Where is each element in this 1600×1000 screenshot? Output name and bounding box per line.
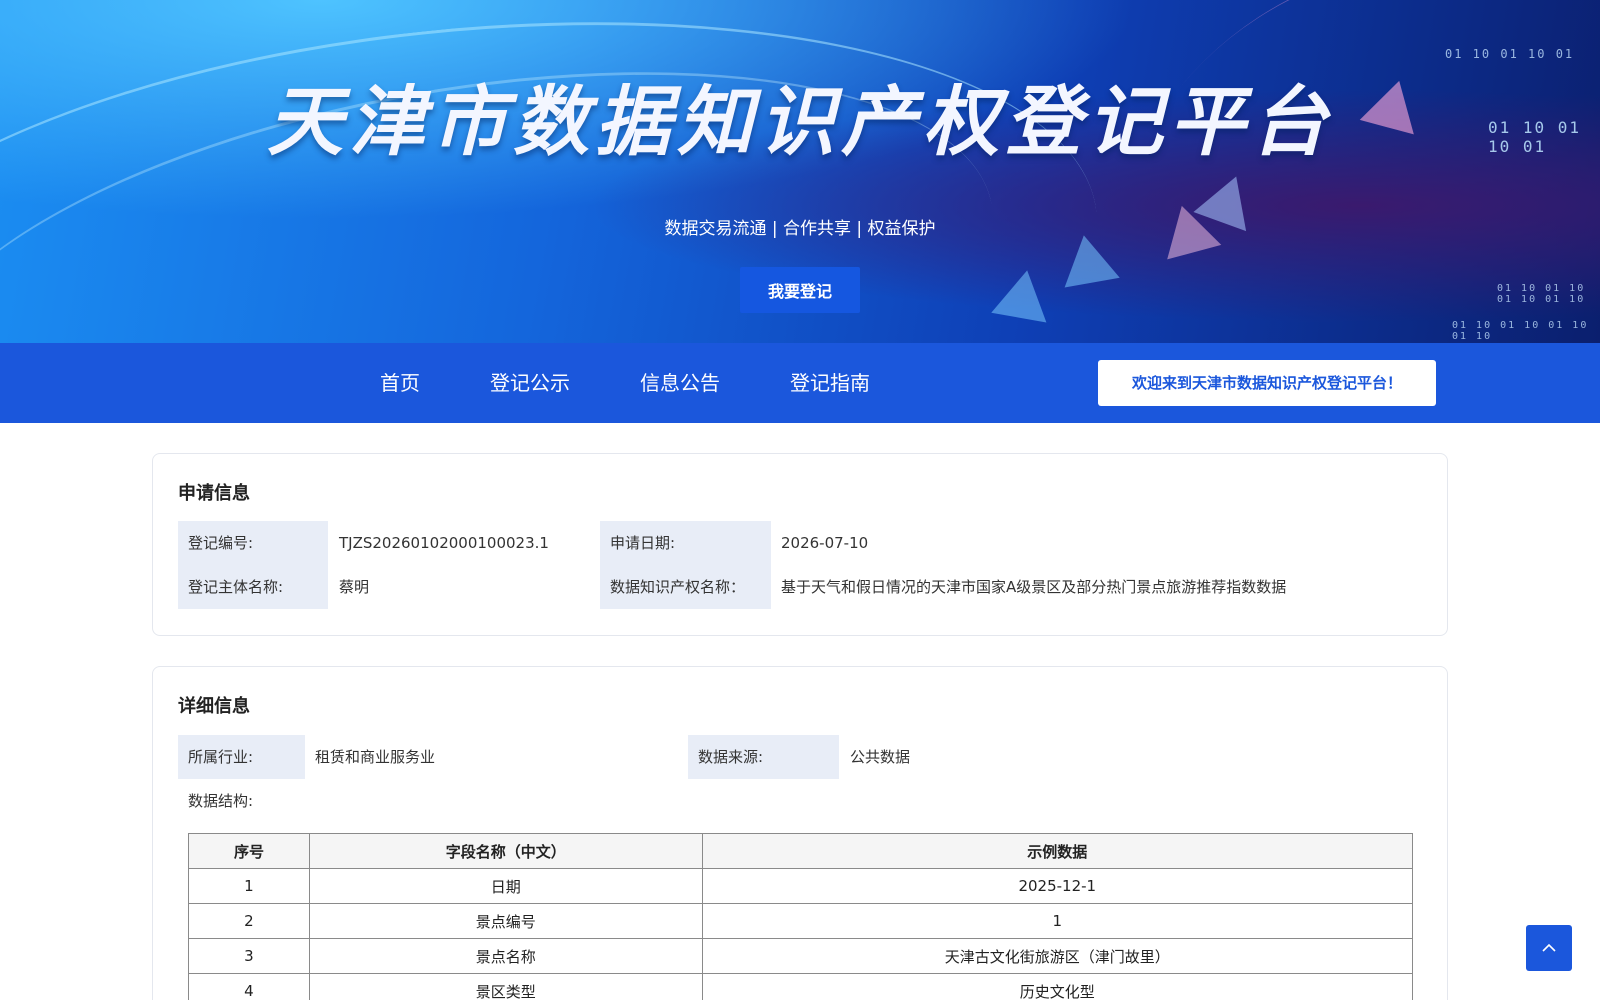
table-cell: 景点名称 <box>308 938 703 974</box>
field-label: 登记主体名称: <box>178 565 328 609</box>
table-cell: 1 <box>701 903 1414 939</box>
table-cell: 1 <box>188 868 310 904</box>
nav-item-guide[interactable]: 登记指南 <box>790 343 870 423</box>
binary-decor: 01 10 01 10 01 10 01 10 <box>1497 283 1586 305</box>
welcome-banner: 欢迎来到天津市数据知识产权登记平台！ <box>1098 360 1436 406</box>
hero-banner: 01 10 01 10 01 01 10 01 10 01 01 10 01 1… <box>0 0 1600 343</box>
table-row: 2 景点编号 1 <box>188 903 1414 939</box>
field-label: 申请日期: <box>600 521 771 565</box>
section-title: 申请信息 <box>178 483 250 504</box>
decor-triangle <box>1056 230 1120 288</box>
table-cell: 日期 <box>308 868 703 904</box>
registrant-name: 蔡明 <box>339 578 370 596</box>
registration-number: TJZS20260102000100023.1 <box>339 534 549 552</box>
register-button[interactable]: 我要登记 <box>740 267 860 313</box>
field-label: 数据来源: <box>688 735 839 779</box>
nav-item-home[interactable]: 首页 <box>380 343 420 423</box>
table-cell: 2025-12-1 <box>701 868 1414 904</box>
table-cell: 4 <box>188 973 310 1000</box>
data-structure-label: 数据结构: <box>188 792 254 810</box>
main-nav: 首页 登记公示 信息公告 登记指南 欢迎来到天津市数据知识产权登记平台！ <box>0 343 1600 423</box>
table-row: 4 景区类型 历史文化型 <box>188 973 1414 1000</box>
table-row: 1 日期 2025-12-1 <box>188 868 1414 904</box>
field-label: 所属行业: <box>178 735 305 779</box>
back-to-top-button[interactable] <box>1526 925 1572 971</box>
binary-decor: 01 10 01 10 01 <box>1445 47 1575 61</box>
binary-decor: 01 10 01 10 01 10 01 10 <box>1452 320 1589 342</box>
application-date: 2026-07-10 <box>781 534 869 552</box>
table-row: 3 景点名称 天津古文化街旅游区（津门故里） <box>188 938 1414 974</box>
column-header: 示例数据 <box>701 833 1414 869</box>
field-label: 登记编号: <box>178 521 328 565</box>
industry-value: 租赁和商业服务业 <box>315 748 436 766</box>
data-ip-name: 基于天气和假日情况的天津市国家A级景区及部分热门景点旅游推荐指数数据 <box>781 578 1287 596</box>
table-cell: 天津古文化街旅游区（津门故里） <box>701 938 1414 974</box>
column-header: 序号 <box>188 833 310 869</box>
page-title: 天津市数据知识产权登记平台 <box>267 77 1333 166</box>
table-cell: 3 <box>188 938 310 974</box>
nav-item-registration-notice[interactable]: 登记公示 <box>490 343 570 423</box>
decor-triangle <box>991 265 1055 323</box>
table-cell: 景区类型 <box>308 973 703 1000</box>
nav-item-announcements[interactable]: 信息公告 <box>640 343 720 423</box>
section-title: 详细信息 <box>178 696 250 717</box>
table-cell: 历史文化型 <box>701 973 1414 1000</box>
hero-subtitle: 数据交易流通 | 合作共享 | 权益保护 <box>664 219 936 239</box>
column-header: 字段名称（中文） <box>308 833 703 869</box>
field-label: 数据知识产权名称： <box>600 565 771 609</box>
data-structure-table: 序号 字段名称（中文） 示例数据 1 日期 2025-12-1 2 景点编号 1… <box>188 833 1414 1000</box>
application-info-card: 申请信息 登记编号: TJZS20260102000100023.1 申请日期:… <box>152 453 1448 636</box>
source-value: 公共数据 <box>850 748 911 766</box>
table-cell: 2 <box>188 903 310 939</box>
table-header-row: 序号 字段名称（中文） 示例数据 <box>188 833 1414 869</box>
chevron-up-icon <box>1542 943 1556 952</box>
table-cell: 景点编号 <box>308 903 703 939</box>
